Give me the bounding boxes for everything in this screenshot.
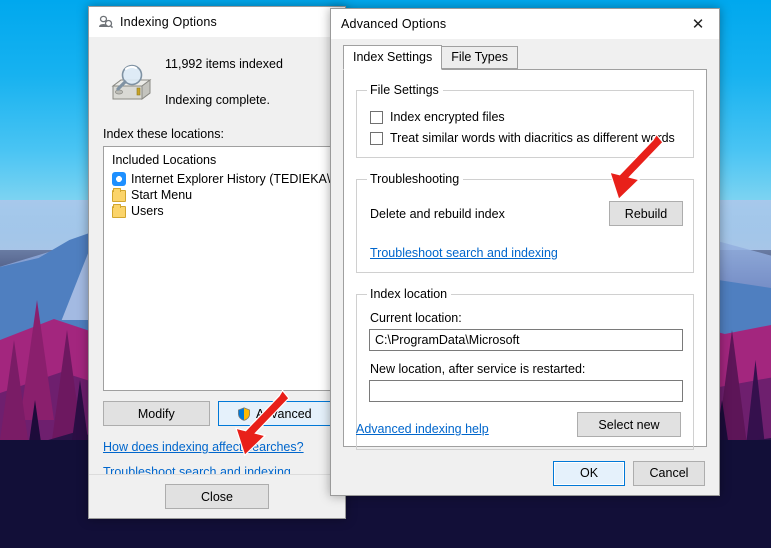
drive-magnifier-icon (107, 59, 155, 107)
new-location-input[interactable] (369, 380, 683, 402)
index-status-section: 11,992 items indexed Indexing complete. (103, 37, 331, 107)
list-item-label: Users (131, 204, 164, 218)
advanced-options-titlebar[interactable]: Advanced Options ✕ (331, 9, 719, 39)
ok-button[interactable]: OK (553, 460, 625, 486)
rebuild-button[interactable]: Rebuild (609, 201, 683, 226)
items-indexed-count: 11,992 items indexed (165, 57, 283, 71)
file-settings-legend: File Settings (370, 83, 439, 97)
folder-icon (112, 203, 126, 218)
advanced-options-title: Advanced Options (341, 17, 447, 31)
troubleshooting-link-wrap: Troubleshoot search and indexing (370, 246, 683, 260)
index-location-legend: Index location (370, 287, 448, 301)
tab-index-settings[interactable]: Index Settings (343, 45, 443, 70)
delete-and-rebuild-label: Delete and rebuild index (370, 206, 505, 221)
troubleshooting-group: Troubleshooting Delete and rebuild index… (356, 172, 694, 273)
internet-explorer-icon (112, 172, 126, 186)
modify-button[interactable]: Modify (103, 401, 210, 426)
advanced-options-window: Advanced Options ✕ Index Settings File T… (330, 8, 720, 496)
folder-icon (112, 187, 126, 202)
rebuild-row: Delete and rebuild index Rebuild (370, 201, 683, 226)
index-locations-label: Index these locations: (103, 127, 224, 141)
file-settings-group: File Settings Index encrypted files Trea… (356, 83, 694, 158)
list-item[interactable]: Start Menu (104, 187, 330, 203)
current-location-field: C:\ProgramData\Microsoft (369, 329, 683, 351)
advanced-indexing-help-link[interactable]: Advanced indexing help (356, 422, 489, 436)
indexing-options-buttons: Modify Advanced (103, 401, 331, 426)
treat-similar-words-checkbox[interactable] (370, 131, 383, 145)
indexing-options-body: 11,992 items indexed Indexing complete. … (89, 37, 345, 520)
list-item[interactable]: Users (104, 203, 330, 219)
included-locations-header: Included Locations (112, 153, 217, 167)
troubleshooting-legend: Troubleshooting (370, 172, 460, 186)
indexing-options-titlebar[interactable]: Indexing Options (89, 7, 345, 37)
indexing-status: Indexing complete. (165, 93, 270, 107)
cancel-button[interactable]: Cancel (633, 460, 705, 486)
advanced-button-label: Advanced (256, 406, 312, 421)
list-item-label: Start Menu (131, 188, 193, 202)
indexing-options-icon (97, 14, 114, 30)
treat-similar-words-row[interactable]: Treat similar words with diacritics as d… (370, 131, 683, 145)
tab-file-types[interactable]: File Types (441, 46, 518, 69)
indexing-options-window: Indexing Options 11,992 items indexed In… (88, 6, 346, 519)
advanced-options-body: Index Settings File Types File Settings … (331, 39, 719, 450)
troubleshoot-search-and-indexing-link[interactable]: Troubleshoot search and indexing (370, 246, 683, 260)
index-encrypted-files-checkbox[interactable] (370, 110, 383, 124)
new-location-label: New location, after service is restarted… (370, 362, 586, 376)
index-status-text: 11,992 items indexed Indexing complete. (165, 45, 283, 107)
index-encrypted-files-label: Index encrypted files (390, 110, 505, 124)
advanced-button[interactable]: Advanced (217, 401, 331, 426)
treat-similar-words-label: Treat similar words with diacritics as d… (390, 131, 675, 145)
how-does-indexing-affect-searches-link[interactable]: How does indexing affect searches? (103, 440, 331, 454)
uac-shield-icon (237, 406, 251, 421)
index-settings-panel: File Settings Index encrypted files Trea… (343, 69, 707, 450)
list-item-label: Internet Explorer History (TEDIEKA\tedi… (131, 172, 331, 186)
list-item[interactable]: Internet Explorer History (TEDIEKA\tedi… (104, 171, 330, 187)
included-locations-list[interactable]: Included Locations Internet Explorer His… (103, 146, 331, 391)
advanced-options-tabs: Index Settings File Types (343, 45, 707, 70)
current-location-label: Current location: (370, 311, 462, 325)
close-icon[interactable]: ✕ (677, 9, 719, 39)
advanced-options-footer: OK Cancel (331, 451, 719, 495)
close-button[interactable]: Close (165, 484, 269, 509)
indexing-options-footer: Close (89, 474, 345, 518)
index-encrypted-files-row[interactable]: Index encrypted files (370, 110, 683, 124)
indexing-options-title: Indexing Options (120, 15, 218, 29)
select-new-button[interactable]: Select new (577, 412, 681, 437)
